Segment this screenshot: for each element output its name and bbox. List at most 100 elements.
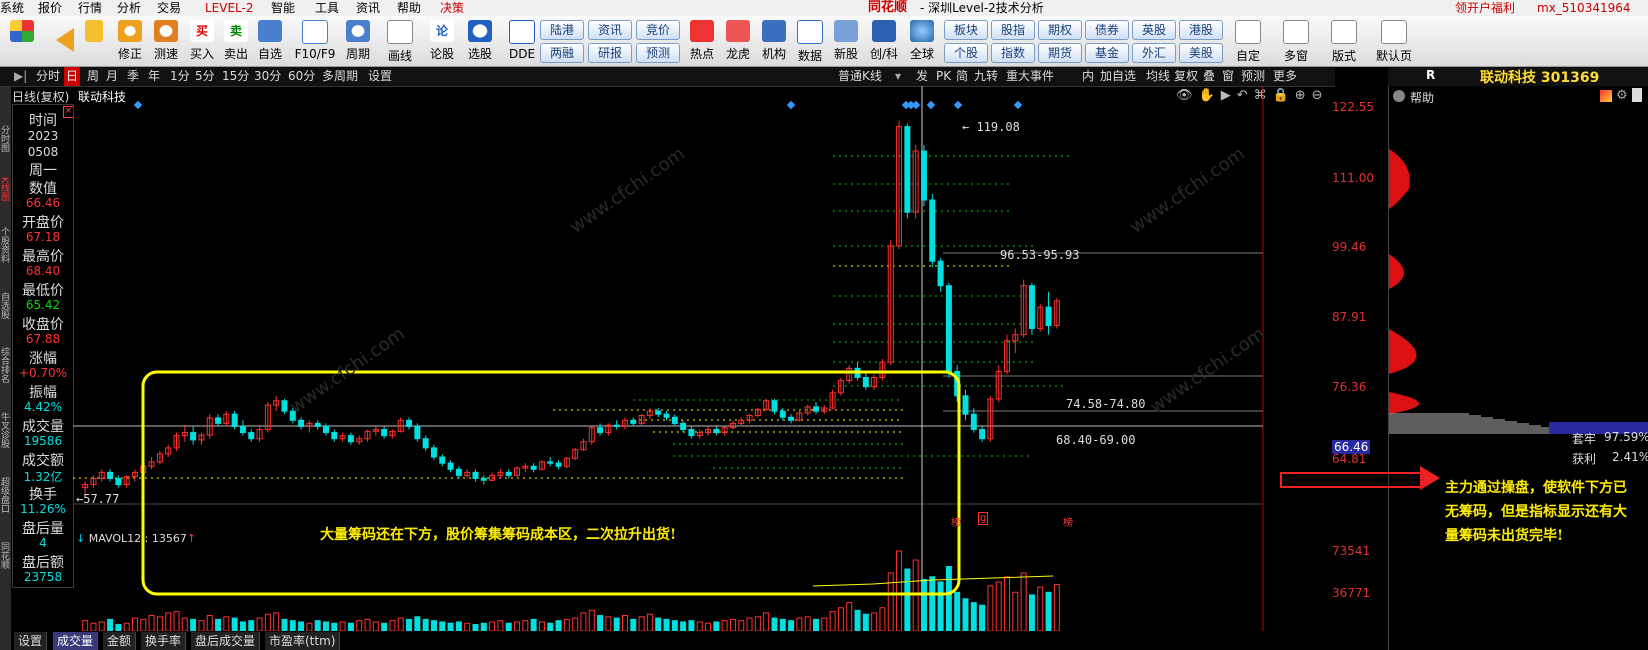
sidebar-tab-watchlist[interactable]: 自选股 bbox=[0, 292, 11, 319]
btn-pk[interactable]: PK bbox=[936, 67, 951, 86]
kline-type-select[interactable]: 普通K线 bbox=[838, 67, 882, 86]
pill-index[interactable]: 指数 bbox=[991, 43, 1035, 63]
btn-more[interactable]: 更多 bbox=[1273, 67, 1297, 86]
btn-nine-turn[interactable]: 九转 bbox=[974, 67, 998, 86]
sidebar-tab-intraday[interactable]: 分时图 bbox=[0, 125, 11, 152]
period-toggle-icon[interactable]: ▶| bbox=[14, 67, 27, 86]
star-market-button[interactable]: 创/科 bbox=[866, 18, 902, 64]
global-button[interactable]: 全球 bbox=[904, 18, 940, 64]
menu-level2[interactable]: LEVEL-2 bbox=[205, 0, 254, 16]
help-icon[interactable] bbox=[1393, 90, 1405, 102]
pill-options[interactable]: 期权 bbox=[1038, 20, 1082, 40]
btn-inner[interactable]: 内 bbox=[1082, 67, 1094, 86]
settings-icon[interactable] bbox=[1632, 88, 1642, 102]
period-quarter[interactable]: 季 bbox=[127, 67, 139, 86]
btn-add-watchlist[interactable]: 加自选 bbox=[1100, 67, 1136, 86]
layout-icon[interactable] bbox=[4, 18, 40, 64]
period-15min[interactable]: 15分 bbox=[222, 67, 249, 86]
event-marker[interactable]: g bbox=[978, 512, 989, 525]
period-multi[interactable]: 多周期 bbox=[322, 67, 358, 86]
btn-ma[interactable]: 均线 bbox=[1146, 67, 1170, 86]
btn-window[interactable]: 窗 bbox=[1222, 67, 1234, 86]
dragon-tiger-button[interactable]: 龙虎 bbox=[720, 18, 756, 64]
bottom-tab-amount[interactable]: 金额 bbox=[103, 632, 137, 650]
period-60min[interactable]: 60分 bbox=[288, 67, 315, 86]
palette-icon[interactable] bbox=[1600, 90, 1612, 102]
menu-news[interactable]: 资讯 bbox=[356, 0, 380, 16]
period-year[interactable]: 年 bbox=[148, 67, 160, 86]
period-1min[interactable]: 1分 bbox=[170, 67, 190, 86]
menu-trade[interactable]: 交易 bbox=[157, 0, 181, 16]
menu-decision[interactable]: 决策 bbox=[440, 0, 464, 16]
multi-window-button[interactable]: 多窗 bbox=[1278, 18, 1314, 64]
menu-quote[interactable]: 报价 bbox=[38, 0, 62, 16]
forum-button[interactable]: 论论股 bbox=[424, 18, 460, 64]
pill-forex[interactable]: 外汇 bbox=[1132, 43, 1176, 63]
pill-research[interactable]: 研报 bbox=[588, 43, 632, 63]
draw-line-button[interactable]: 画线 bbox=[382, 18, 418, 64]
up-down-icon[interactable] bbox=[80, 18, 108, 64]
bottom-tab-after-volume[interactable]: 盘后成交量 bbox=[191, 632, 261, 650]
period-button[interactable]: 周期 bbox=[340, 18, 376, 64]
menu-system[interactable]: 系统 bbox=[0, 0, 24, 16]
pill-margin[interactable]: 两融 bbox=[540, 43, 584, 63]
ipo-button[interactable]: 新股 bbox=[828, 18, 864, 64]
pill-hk-connect[interactable]: 陆港 bbox=[540, 20, 584, 40]
stock-picker-button[interactable]: 选股 bbox=[462, 18, 498, 64]
period-5min[interactable]: 5分 bbox=[195, 67, 215, 86]
period-month[interactable]: 月 bbox=[106, 67, 118, 86]
gear-icon[interactable]: ⚙ bbox=[1616, 88, 1628, 103]
dde-button[interactable]: DDE bbox=[504, 18, 540, 64]
menu-help[interactable]: 帮助 bbox=[397, 0, 421, 16]
period-day[interactable]: 日 bbox=[64, 67, 81, 86]
kline-chart[interactable] bbox=[73, 86, 1335, 631]
sidebar-tab-kline[interactable]: K线图 bbox=[0, 177, 11, 201]
pill-index-futures[interactable]: 股指 bbox=[991, 20, 1035, 40]
data-button[interactable]: 数据 bbox=[792, 18, 828, 64]
bottom-tab-pe[interactable]: 市盈率(ttm) bbox=[265, 632, 341, 650]
speed-test-button[interactable]: 测速 bbox=[148, 18, 184, 64]
pill-hk-stocks[interactable]: 港股 bbox=[1179, 20, 1223, 40]
event-marker[interactable]: 榜 bbox=[1063, 514, 1073, 529]
layout-style-button[interactable]: 版式 bbox=[1326, 18, 1362, 64]
bottom-tab-turnover[interactable]: 换手率 bbox=[141, 632, 187, 650]
pill-bonds[interactable]: 债券 bbox=[1085, 20, 1129, 40]
pill-funds[interactable]: 基金 bbox=[1085, 43, 1129, 63]
watchlist-button[interactable]: 自选 bbox=[252, 18, 288, 64]
pill-us-stocks[interactable]: 美股 bbox=[1179, 43, 1223, 63]
sidebar-tab-diagnosis[interactable]: 牛叉诊股 bbox=[0, 412, 11, 448]
hot-button[interactable]: 热点 bbox=[684, 18, 720, 64]
period-settings[interactable]: 设置 bbox=[368, 67, 392, 86]
institution-button[interactable]: 机构 bbox=[756, 18, 792, 64]
pill-auction[interactable]: 竞价 bbox=[636, 20, 680, 40]
custom-button[interactable]: 自定 bbox=[1230, 18, 1266, 64]
period-week[interactable]: 周 bbox=[87, 67, 99, 86]
btn-publish[interactable]: 发 bbox=[916, 67, 928, 86]
menu-tools[interactable]: 工具 bbox=[315, 0, 339, 16]
sidebar-tab-profile[interactable]: 个股资料 bbox=[0, 227, 11, 263]
btn-overlay[interactable]: 叠 bbox=[1203, 67, 1215, 86]
sidebar-tab-ths[interactable]: 同花顺 bbox=[0, 542, 11, 569]
event-marker[interactable]: 榜 bbox=[951, 514, 961, 529]
menu-market[interactable]: 行情 bbox=[78, 0, 102, 16]
default-page-button[interactable]: 默认页 bbox=[1372, 18, 1416, 64]
account-name[interactable]: mx_510341964 bbox=[1537, 0, 1631, 16]
period-intraday[interactable]: 分时 bbox=[36, 67, 60, 86]
promo-link[interactable]: 领开户福利 bbox=[1455, 0, 1515, 16]
sell-button[interactable]: 卖卖出 bbox=[218, 18, 254, 64]
buy-button[interactable]: 买买入 bbox=[184, 18, 220, 64]
f10-button[interactable]: F10/F9 bbox=[294, 18, 336, 64]
menu-analysis[interactable]: 分析 bbox=[117, 0, 141, 16]
bottom-tab-settings[interactable]: 设置 bbox=[14, 632, 48, 650]
btn-major-events[interactable]: 重大事件 bbox=[1006, 67, 1054, 86]
pill-stocks[interactable]: 个股 bbox=[944, 43, 988, 63]
sidebar-tab-orderbook[interactable]: 超级盘口 bbox=[0, 477, 11, 513]
bottom-tab-volume[interactable]: 成交量 bbox=[53, 632, 99, 650]
sidebar-tab-ranking[interactable]: 综合排名 bbox=[0, 347, 11, 383]
pill-sector[interactable]: 板块 bbox=[944, 20, 988, 40]
pill-futures[interactable]: 期货 bbox=[1038, 43, 1082, 63]
correct-button[interactable]: 修正 bbox=[112, 18, 148, 64]
btn-adjust[interactable]: 复权 bbox=[1174, 67, 1198, 86]
chevron-down-icon[interactable]: ▾ bbox=[895, 67, 901, 86]
pill-forecast[interactable]: 预测 bbox=[636, 43, 680, 63]
